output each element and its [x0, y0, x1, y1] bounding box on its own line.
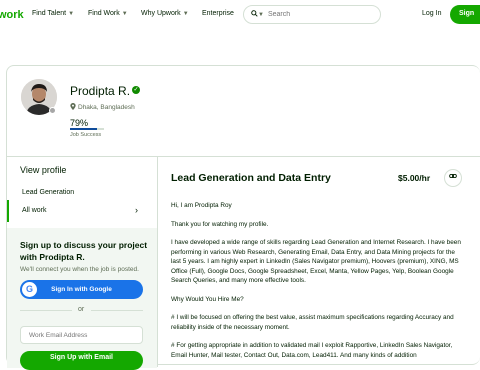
- signup-panel-subtitle: We'll connect you when the job is posted…: [20, 266, 139, 273]
- chevron-right-icon: ›: [135, 205, 138, 215]
- nav-find-work[interactable]: Find Work ▼: [88, 10, 128, 17]
- verified-badge-icon: ✓: [132, 86, 140, 94]
- search-box[interactable]: ▼: [243, 5, 381, 24]
- nav-find-work-label: Find Work: [88, 10, 120, 17]
- signup-button[interactable]: Sign: [450, 5, 480, 24]
- search-input[interactable]: [267, 11, 358, 18]
- job-success-bar: [70, 128, 104, 130]
- search-scope-chevron-icon[interactable]: ▼: [258, 12, 264, 18]
- chevron-down-icon: ▼: [182, 10, 189, 17]
- freelancer-name: Prodipta R.: [70, 84, 131, 98]
- copy-link-button[interactable]: [444, 169, 462, 187]
- job-title: Lead Generation and Data Entry: [171, 172, 331, 184]
- location-pin-icon: [70, 103, 76, 112]
- job-success-label: Job Success: [70, 132, 102, 138]
- description-paragraph: # I will be focused on offering the best…: [171, 314, 454, 331]
- sidebar-item-lead-generation[interactable]: Lead Generation: [22, 189, 74, 196]
- login-link[interactable]: Log In: [422, 10, 441, 17]
- nav-find-talent-label: Find Talent: [32, 10, 67, 17]
- chevron-down-icon: ▼: [68, 10, 75, 17]
- hourly-rate: $5.00/hr: [398, 173, 431, 183]
- google-signin-button[interactable]: Sign In with Google: [20, 280, 143, 299]
- nav-find-talent[interactable]: Find Talent ▼: [32, 10, 74, 17]
- description-paragraph: Why Would You Hire Me?: [171, 295, 244, 303]
- divider: [91, 310, 143, 311]
- status-indicator: [49, 107, 56, 114]
- search-icon: [251, 10, 258, 19]
- nav-why-upwork[interactable]: Why Upwork ▼: [141, 10, 189, 17]
- description-paragraph: Hi, I am Prodipta Roy: [171, 202, 232, 209]
- upwork-logo[interactable]: work: [0, 9, 24, 21]
- chevron-down-icon: ▼: [121, 10, 128, 17]
- sidebar-item-label: All work: [22, 207, 47, 214]
- description-paragraph: # For getting appropriate in addition to…: [171, 342, 453, 359]
- nav-enterprise[interactable]: Enterprise: [202, 10, 234, 17]
- job-success-bar-fill: [70, 128, 97, 130]
- google-icon: G: [22, 282, 37, 297]
- nav-enterprise-label: Enterprise: [202, 10, 234, 17]
- description-paragraph: I have developed a wide range of skills …: [171, 239, 461, 284]
- or-separator: or: [78, 306, 85, 313]
- email-signup-button[interactable]: Sign Up with Email: [20, 351, 143, 370]
- top-navigation: work Find Talent ▼ Find Work ▼ Why Upwork ▼…: [0, 0, 480, 30]
- view-profile-heading: View profile: [20, 165, 67, 175]
- email-field[interactable]: [20, 326, 143, 344]
- nav-why-upwork-label: Why Upwork: [141, 10, 181, 17]
- divider: [20, 310, 72, 311]
- location: Dhaka, Bangladesh: [70, 103, 135, 112]
- divider: [157, 157, 158, 367]
- divider: [7, 156, 480, 157]
- job-description: Hi, I am Prodipta Roy Thank you for watc…: [171, 201, 464, 369]
- link-icon: [449, 173, 457, 182]
- job-success-value: 79%: [70, 118, 89, 128]
- description-paragraph: Thank you for watching my profile.: [171, 220, 269, 228]
- signup-panel-title: Sign up to discuss your project with Pro…: [20, 240, 148, 262]
- location-text: Dhaka, Bangladesh: [78, 104, 135, 111]
